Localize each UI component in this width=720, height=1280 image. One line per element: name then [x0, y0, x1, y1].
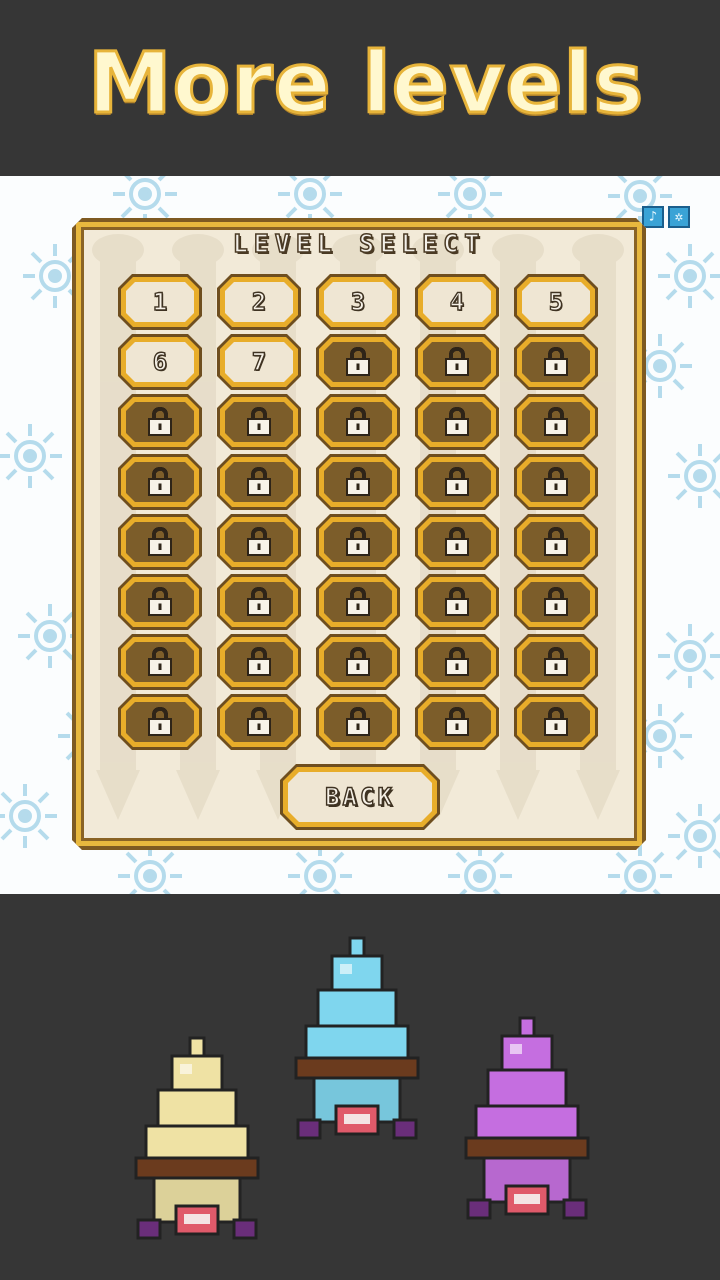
- level-button-locked[interactable]: [118, 634, 202, 690]
- level-button-locked[interactable]: [514, 514, 598, 570]
- level-number: 6: [152, 348, 168, 376]
- level-button-locked[interactable]: [118, 454, 202, 510]
- mint-ice-cream-kart: [294, 936, 420, 1140]
- padlock-icon: [245, 467, 273, 497]
- padlock-icon: [542, 527, 570, 557]
- character-karts: [134, 936, 590, 1240]
- padlock-icon: [146, 647, 174, 677]
- level-button-locked[interactable]: [316, 334, 400, 390]
- level-button-locked[interactable]: [514, 694, 598, 750]
- sound-toggle-icon[interactable]: ✲: [668, 206, 690, 228]
- padlock-icon: [344, 467, 372, 497]
- level-button-locked[interactable]: [415, 454, 499, 510]
- level-button[interactable]: 2: [217, 274, 301, 330]
- level-button-locked[interactable]: [217, 514, 301, 570]
- level-button-locked[interactable]: [217, 394, 301, 450]
- padlock-icon: [245, 527, 273, 557]
- level-button[interactable]: 6: [118, 334, 202, 390]
- padlock-icon: [344, 707, 372, 737]
- back-button-label: BACK: [288, 772, 432, 822]
- padlock-icon: [443, 647, 471, 677]
- padlock-icon: [443, 707, 471, 737]
- padlock-icon: [146, 527, 174, 557]
- grape-ice-cream-kart: [464, 1016, 590, 1220]
- padlock-icon: [443, 407, 471, 437]
- level-number: 4: [449, 288, 465, 316]
- padlock-icon: [344, 407, 372, 437]
- level-button-locked[interactable]: [514, 394, 598, 450]
- level-number: 5: [548, 288, 564, 316]
- padlock-icon: [245, 647, 273, 677]
- level-button-locked[interactable]: [316, 514, 400, 570]
- padlock-icon: [443, 527, 471, 557]
- level-button-locked[interactable]: [217, 574, 301, 630]
- padlock-icon: [344, 527, 372, 557]
- level-button-locked[interactable]: [316, 574, 400, 630]
- level-button-locked[interactable]: [217, 454, 301, 510]
- level-number: 2: [251, 288, 267, 316]
- padlock-icon: [344, 347, 372, 377]
- padlock-icon: [443, 347, 471, 377]
- level-button[interactable]: 5: [514, 274, 598, 330]
- level-button-locked[interactable]: [415, 334, 499, 390]
- level-button-locked[interactable]: [514, 574, 598, 630]
- level-button-locked[interactable]: [415, 394, 499, 450]
- padlock-icon: [542, 407, 570, 437]
- level-button-locked[interactable]: [118, 694, 202, 750]
- promo-title: More levels: [87, 33, 645, 134]
- padlock-icon: [245, 587, 273, 617]
- level-button[interactable]: 3: [316, 274, 400, 330]
- padlock-icon: [344, 647, 372, 677]
- level-button-locked[interactable]: [415, 514, 499, 570]
- padlock-icon: [542, 707, 570, 737]
- level-button-locked[interactable]: [217, 694, 301, 750]
- padlock-icon: [542, 467, 570, 497]
- level-button[interactable]: 7: [217, 334, 301, 390]
- padlock-icon: [146, 707, 174, 737]
- level-button-locked[interactable]: [118, 514, 202, 570]
- back-button[interactable]: BACK: [280, 764, 440, 830]
- padlock-icon: [146, 407, 174, 437]
- padlock-icon: [542, 587, 570, 617]
- level-button[interactable]: 1: [118, 274, 202, 330]
- level-button-locked[interactable]: [217, 634, 301, 690]
- level-button-locked[interactable]: [514, 454, 598, 510]
- padlock-icon: [542, 647, 570, 677]
- padlock-icon: [245, 707, 273, 737]
- level-button-locked[interactable]: [316, 634, 400, 690]
- padlock-icon: [146, 587, 174, 617]
- music-note-icon[interactable]: ♪: [642, 206, 664, 228]
- padlock-icon: [245, 407, 273, 437]
- level-button-locked[interactable]: [316, 454, 400, 510]
- audio-controls: ♪ ✲: [642, 206, 692, 228]
- level-button-locked[interactable]: [316, 394, 400, 450]
- level-button-locked[interactable]: [415, 634, 499, 690]
- panel-title: LEVEL SELECT: [232, 228, 486, 259]
- level-number: 7: [251, 348, 267, 376]
- level-button-locked[interactable]: [118, 394, 202, 450]
- level-button-locked[interactable]: [118, 574, 202, 630]
- padlock-icon: [146, 467, 174, 497]
- level-button[interactable]: 4: [415, 274, 499, 330]
- padlock-icon: [443, 467, 471, 497]
- level-number: 3: [350, 288, 366, 316]
- level-button-locked[interactable]: [415, 574, 499, 630]
- level-number: 1: [152, 288, 168, 316]
- padlock-icon: [344, 587, 372, 617]
- padlock-icon: [443, 587, 471, 617]
- level-button-locked[interactable]: [514, 634, 598, 690]
- level-button-locked[interactable]: [316, 694, 400, 750]
- vanilla-ice-cream-kart: [134, 1036, 260, 1240]
- level-button-locked[interactable]: [415, 694, 499, 750]
- padlock-icon: [542, 347, 570, 377]
- level-grid: 1 2 3 4 5 6 7: [118, 274, 602, 754]
- level-button-locked[interactable]: [514, 334, 598, 390]
